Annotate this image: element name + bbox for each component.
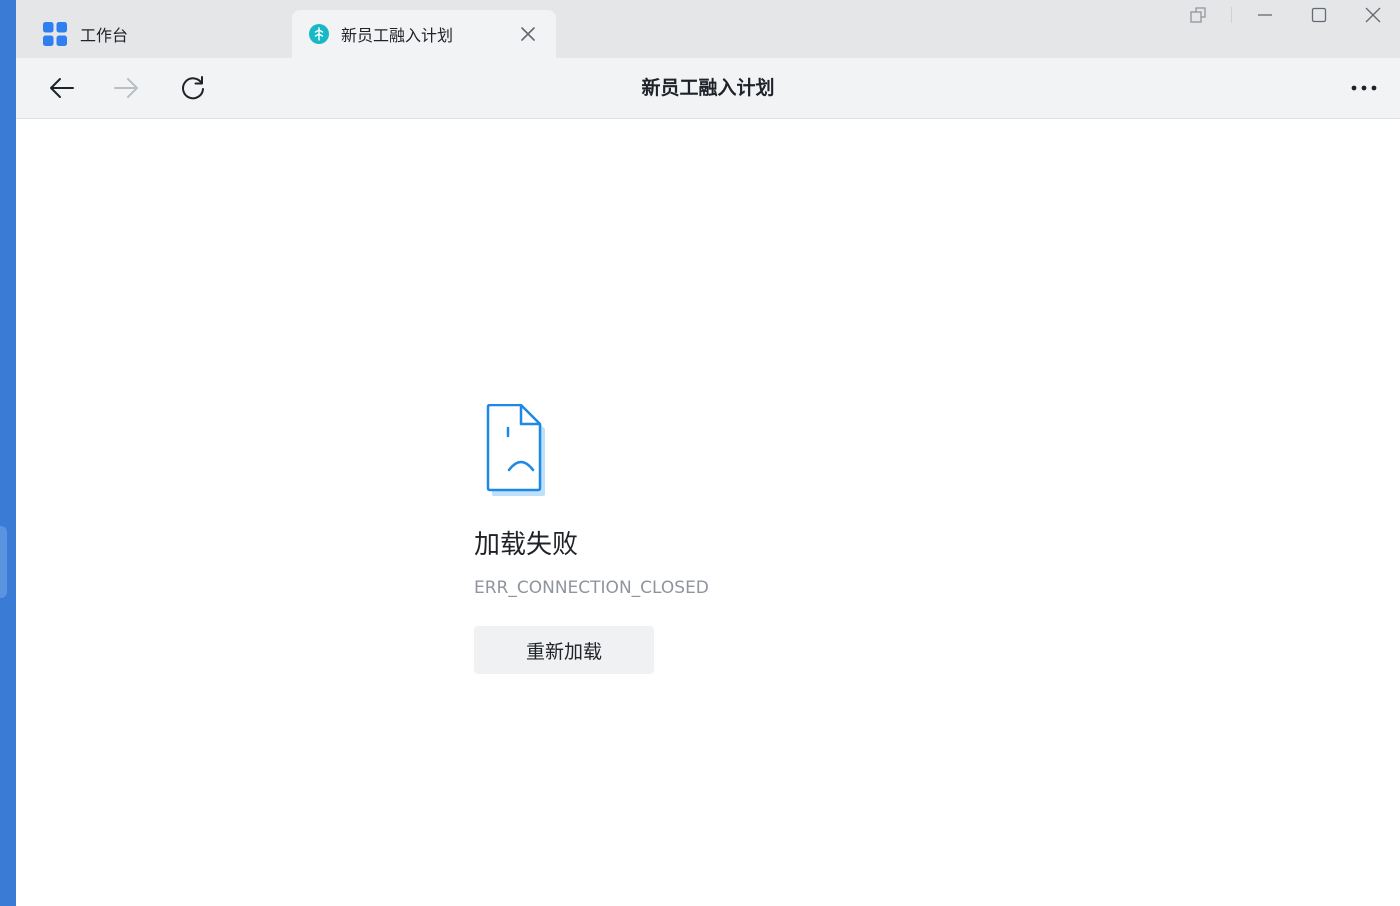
maximize-icon[interactable]	[1292, 0, 1346, 30]
grid-apps-icon	[42, 21, 68, 47]
tab-onboarding-label: 新员工融入计划	[341, 26, 454, 45]
tab-workbench-label: 工作台	[80, 26, 129, 45]
refresh-icon[interactable]	[177, 72, 209, 104]
tab-onboarding-plan[interactable]: 新员工融入计划	[292, 10, 556, 58]
app-logo-icon	[309, 24, 329, 44]
more-options-icon[interactable]	[1346, 72, 1382, 104]
reload-button[interactable]: 重新加载	[474, 626, 654, 674]
tab-workbench[interactable]: 工作台	[16, 10, 290, 58]
browser-window: 工作台 新员工融入计划 新员工融入计划 加载失败 ERR_CONNECTION_…	[16, 0, 1400, 906]
window-controls	[1171, 0, 1400, 30]
sidebar-drag-handle[interactable]	[0, 526, 7, 598]
left-sidebar-strip	[0, 0, 16, 906]
tab-strip: 工作台 新员工融入计划	[16, 0, 1400, 58]
window-controls-divider	[1231, 7, 1232, 23]
page-title: 新员工融入计划	[641, 77, 775, 99]
close-window-icon[interactable]	[1346, 0, 1400, 30]
forward-arrow-icon[interactable]	[110, 72, 142, 104]
load-error-panel: 加载失败 ERR_CONNECTION_CLOSED 重新加载	[474, 403, 894, 674]
minimize-icon[interactable]	[1238, 0, 1292, 30]
close-tab-icon[interactable]	[518, 24, 538, 44]
error-title: 加载失败	[474, 530, 579, 560]
navigation-bar: 新员工融入计划	[16, 58, 1400, 119]
error-code: ERR_CONNECTION_CLOSED	[474, 578, 709, 598]
pop-out-window-icon[interactable]	[1171, 0, 1225, 30]
back-arrow-icon[interactable]	[46, 72, 78, 104]
sad-file-icon	[474, 403, 552, 500]
